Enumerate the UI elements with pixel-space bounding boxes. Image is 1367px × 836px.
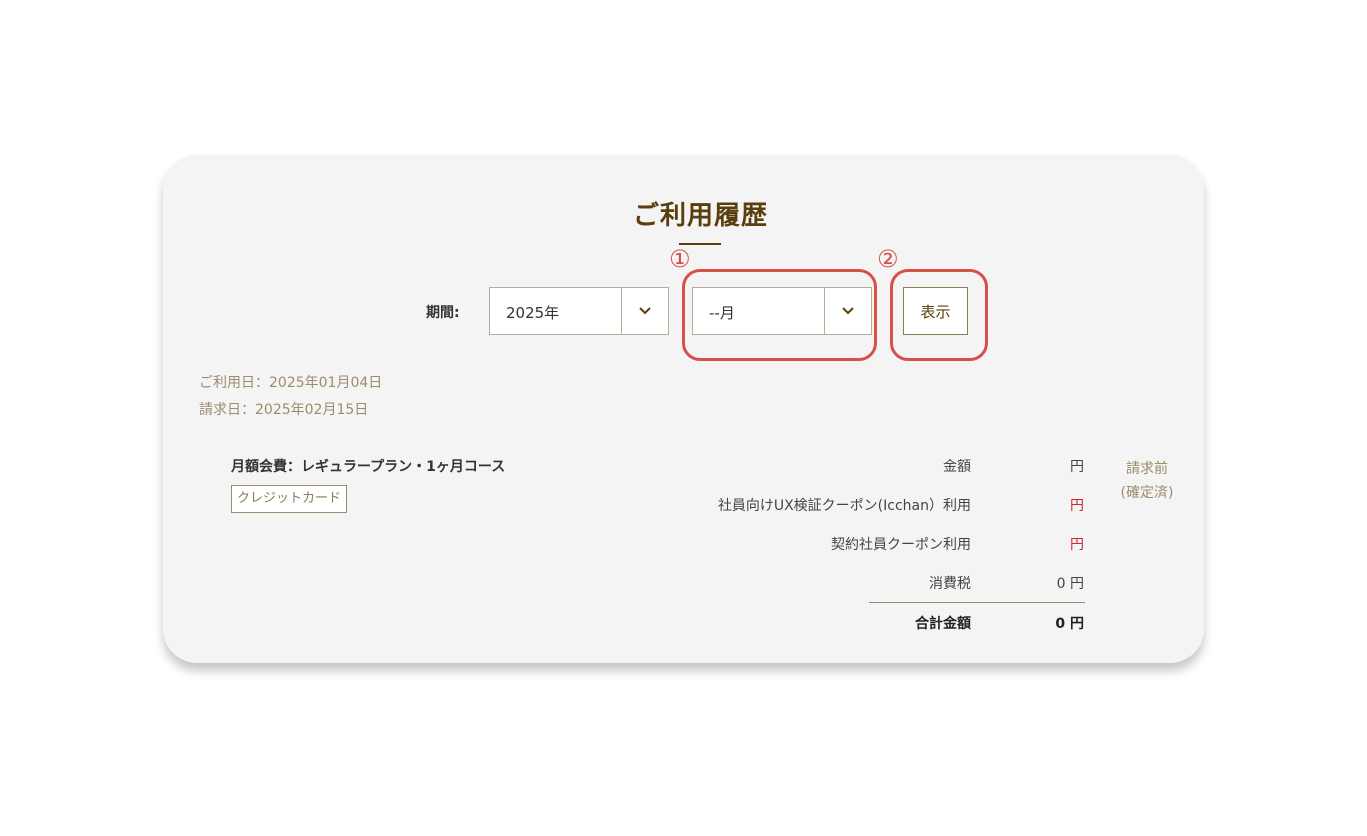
tax-label: 消費税 bbox=[929, 576, 971, 592]
annotation-highlight-2 bbox=[890, 269, 988, 361]
billing-date: 請求日：2025年02月15日 bbox=[199, 402, 369, 418]
amount-label: 金額 bbox=[943, 459, 971, 475]
total-label: 合計金額 bbox=[915, 616, 971, 632]
page-title: ご利用履歴 bbox=[632, 201, 768, 231]
usage-date: ご利用日：2025年01月04日 bbox=[199, 375, 383, 391]
total-value: 0 円 bbox=[1055, 616, 1084, 632]
year-select[interactable]: 2025年 bbox=[489, 287, 669, 335]
item-name: 月額会費：レギュラープラン・1ヶ月コース bbox=[231, 459, 506, 475]
coupon-value: 円 bbox=[1070, 498, 1084, 514]
contract-coupon-label: 契約社員クーポン利用 bbox=[831, 537, 971, 553]
amount-value: 円 bbox=[1070, 459, 1084, 475]
period-label: 期間: bbox=[426, 305, 460, 321]
annotation-highlight-1 bbox=[682, 269, 877, 361]
annotation-marker-1: ① bbox=[669, 245, 691, 273]
year-select-value: 2025年 bbox=[506, 304, 560, 322]
coupon-label: 社員向けUX検証クーポン(Icchan）利用 bbox=[717, 498, 971, 514]
total-divider bbox=[869, 602, 1085, 603]
tax-value: 0 円 bbox=[1056, 576, 1084, 592]
chevron-down-icon[interactable] bbox=[621, 288, 668, 334]
billing-status: 請求前 (確定済) bbox=[1107, 457, 1187, 505]
usage-history-card: ご利用履歴 期間: 2025年 --月 表示 ① ② ご利用日：2025年01月… bbox=[163, 155, 1204, 663]
status-line-1: 請求前 bbox=[1126, 461, 1168, 477]
status-line-2: (確定済) bbox=[1120, 485, 1174, 501]
payment-method-badge: クレジットカード bbox=[231, 485, 348, 513]
annotation-marker-2: ② bbox=[877, 245, 899, 273]
contract-coupon-value: 円 bbox=[1070, 537, 1084, 553]
